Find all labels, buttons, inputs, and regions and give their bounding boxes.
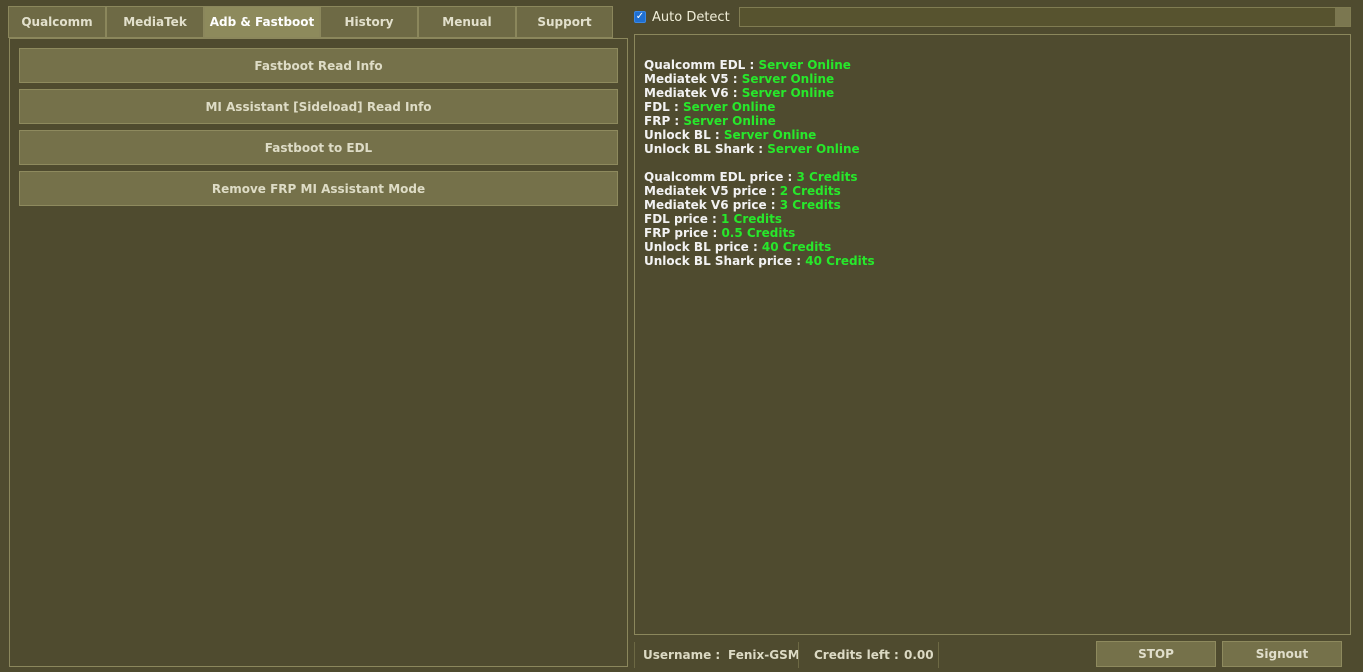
status-separator xyxy=(798,642,799,668)
progress-bar xyxy=(739,7,1351,27)
log-line: FDL : Server Online xyxy=(644,100,776,114)
log-line: Unlock BL Shark : Server Online xyxy=(644,142,860,156)
status-separator xyxy=(938,642,939,668)
log-line: Qualcomm EDL : Server Online xyxy=(644,58,851,72)
username-label: Username : xyxy=(643,648,721,662)
status-bar: Username : Fenix-GSM Credits left : 0.00 xyxy=(634,640,939,670)
auto-detect-toggle[interactable]: ✓ Auto Detect xyxy=(634,8,730,26)
log-line: Mediatek V5 price : 2 Credits xyxy=(644,184,841,198)
tab-adb-fastboot[interactable]: Adb & Fastboot xyxy=(204,6,320,38)
tab-support[interactable]: Support xyxy=(516,6,613,38)
log-line: FDL price : 1 Credits xyxy=(644,212,782,226)
status-separator xyxy=(634,642,635,668)
log-line: Unlock BL Shark price : 40 Credits xyxy=(644,254,875,268)
credits-label: Credits left : xyxy=(814,648,899,662)
check-icon: ✓ xyxy=(635,11,645,22)
log-line: Mediatek V5 : Server Online xyxy=(644,72,835,86)
mi-assistant-read-info-button[interactable]: MI Assistant [Sideload] Read Info xyxy=(19,89,618,124)
log-line: Mediatek V6 price : 3 Credits xyxy=(644,198,841,212)
log-line: FRP : Server Online xyxy=(644,114,776,128)
remove-frp-mi-assistant-button[interactable]: Remove FRP MI Assistant Mode xyxy=(19,171,618,206)
log-line: Unlock BL : Server Online xyxy=(644,128,817,142)
progress-bar-end xyxy=(1335,8,1350,26)
fastboot-to-edl-button[interactable]: Fastboot to EDL xyxy=(19,130,618,165)
tab-menual[interactable]: Menual xyxy=(418,6,516,38)
tab-history[interactable]: History xyxy=(320,6,418,38)
adb-fastboot-panel: Fastboot Read Info MI Assistant [Sideloa… xyxy=(9,38,628,667)
tab-mediatek[interactable]: MediaTek xyxy=(106,6,204,38)
tab-qualcomm[interactable]: Qualcomm xyxy=(8,6,106,38)
fastboot-read-info-button[interactable]: Fastboot Read Info xyxy=(19,48,618,83)
log-line: Qualcomm EDL price : 3 Credits xyxy=(644,170,858,184)
signout-button[interactable]: Signout xyxy=(1222,641,1342,667)
log-line: Unlock BL price : 40 Credits xyxy=(644,240,832,254)
credits-value: 0.00 xyxy=(904,648,934,662)
username-value: Fenix-GSM xyxy=(728,648,800,662)
log-line: Mediatek V6 : Server Online xyxy=(644,86,835,100)
stop-button[interactable]: STOP xyxy=(1096,641,1216,667)
log-spacer xyxy=(644,156,1341,170)
auto-detect-checkbox[interactable]: ✓ xyxy=(634,11,646,23)
log-line: FRP price : 0.5 Credits xyxy=(644,226,796,240)
auto-detect-label: Auto Detect xyxy=(652,9,730,25)
log-output: Qualcomm EDL : Server Online Mediatek V5… xyxy=(634,34,1351,635)
